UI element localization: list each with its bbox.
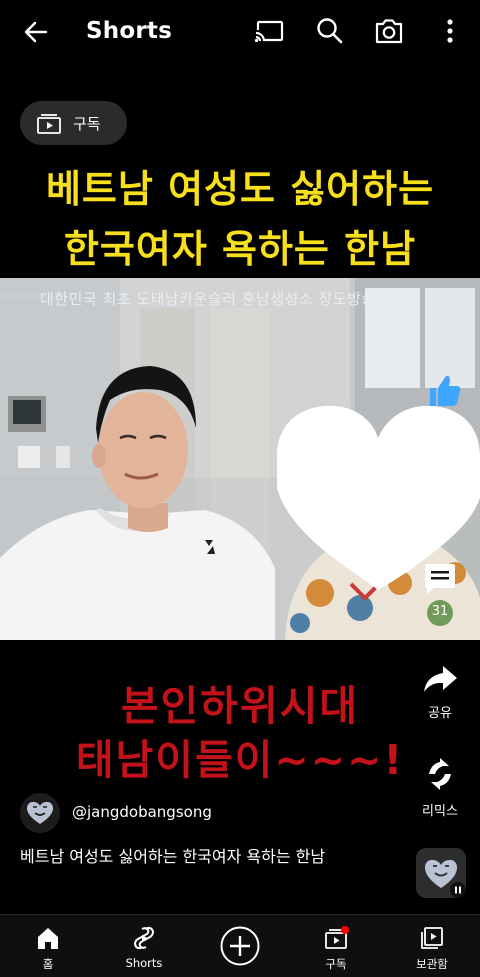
video-overlay-caption: 대한민국 최초 도태남카운슬러 훈남생성소 장도방송 [40,290,376,308]
video-title-line2: 한국여자 욕하는 한남 [63,227,417,271]
create-plus-icon [220,926,260,966]
channel-handle[interactable]: @jangdobangsong [72,803,212,821]
comments-count: 31 [431,604,449,619]
bottom-navigation: 홈 Shorts 구독 보관함 [0,914,480,977]
red-caption-line1: 본인하위시대 [120,682,360,730]
more-vert-icon[interactable] [433,14,467,48]
back-arrow-icon[interactable] [18,14,54,50]
remix-button[interactable]: 리믹스 [410,756,470,819]
nav-subscriptions-label: 구독 [325,957,347,971]
red-caption-line2: 태남이들이~~~! [75,736,405,784]
create-button[interactable] [200,925,280,967]
sound-logo-icon [424,859,466,898]
share-button[interactable]: 공유 [410,664,470,721]
subscriptions-chip[interactable]: 구독 [20,101,127,145]
sound-thumbnail[interactable] [416,848,466,898]
comment-icon [425,564,455,594]
subscriptions-icon [325,926,349,949]
video-frame-illustration [0,278,480,640]
video-description[interactable]: 베트남 여성도 싫어하는 한국여자 욕하는 한남 [20,846,390,868]
video-title-line1: 베트남 여성도 싫어하는 [45,167,435,211]
top-bar: Shorts [0,0,480,66]
like-icon [430,375,461,406]
nav-home-label: 홈 [42,957,54,971]
nav-library[interactable]: 보관함 [392,925,472,972]
nav-subscriptions[interactable]: 구독 [296,925,376,972]
share-icon [424,666,457,692]
channel-logo-icon [20,793,60,833]
channel-avatar[interactable] [20,793,60,833]
remix-label: 리믹스 [422,804,458,819]
camera-icon[interactable] [372,14,406,48]
video-frame[interactable] [0,278,480,640]
remix-icon [429,758,451,790]
nav-shorts[interactable]: Shorts [104,925,184,970]
subscriptions-chip-label: 구독 [73,115,101,133]
nav-library-label: 보관함 [416,957,448,971]
notification-dot [341,926,349,934]
page-title: Shorts [86,18,172,44]
comments-button[interactable]: 31 [410,562,470,619]
like-button[interactable] [418,372,466,410]
nav-shorts-label: Shorts [125,956,163,970]
cast-icon[interactable] [252,14,286,48]
share-label: 공유 [428,706,452,721]
nav-home[interactable]: 홈 [8,925,88,972]
subscriptions-icon [37,114,61,134]
shorts-icon [133,926,155,950]
library-icon [421,927,443,949]
search-icon[interactable] [313,14,347,48]
home-icon [38,928,58,949]
